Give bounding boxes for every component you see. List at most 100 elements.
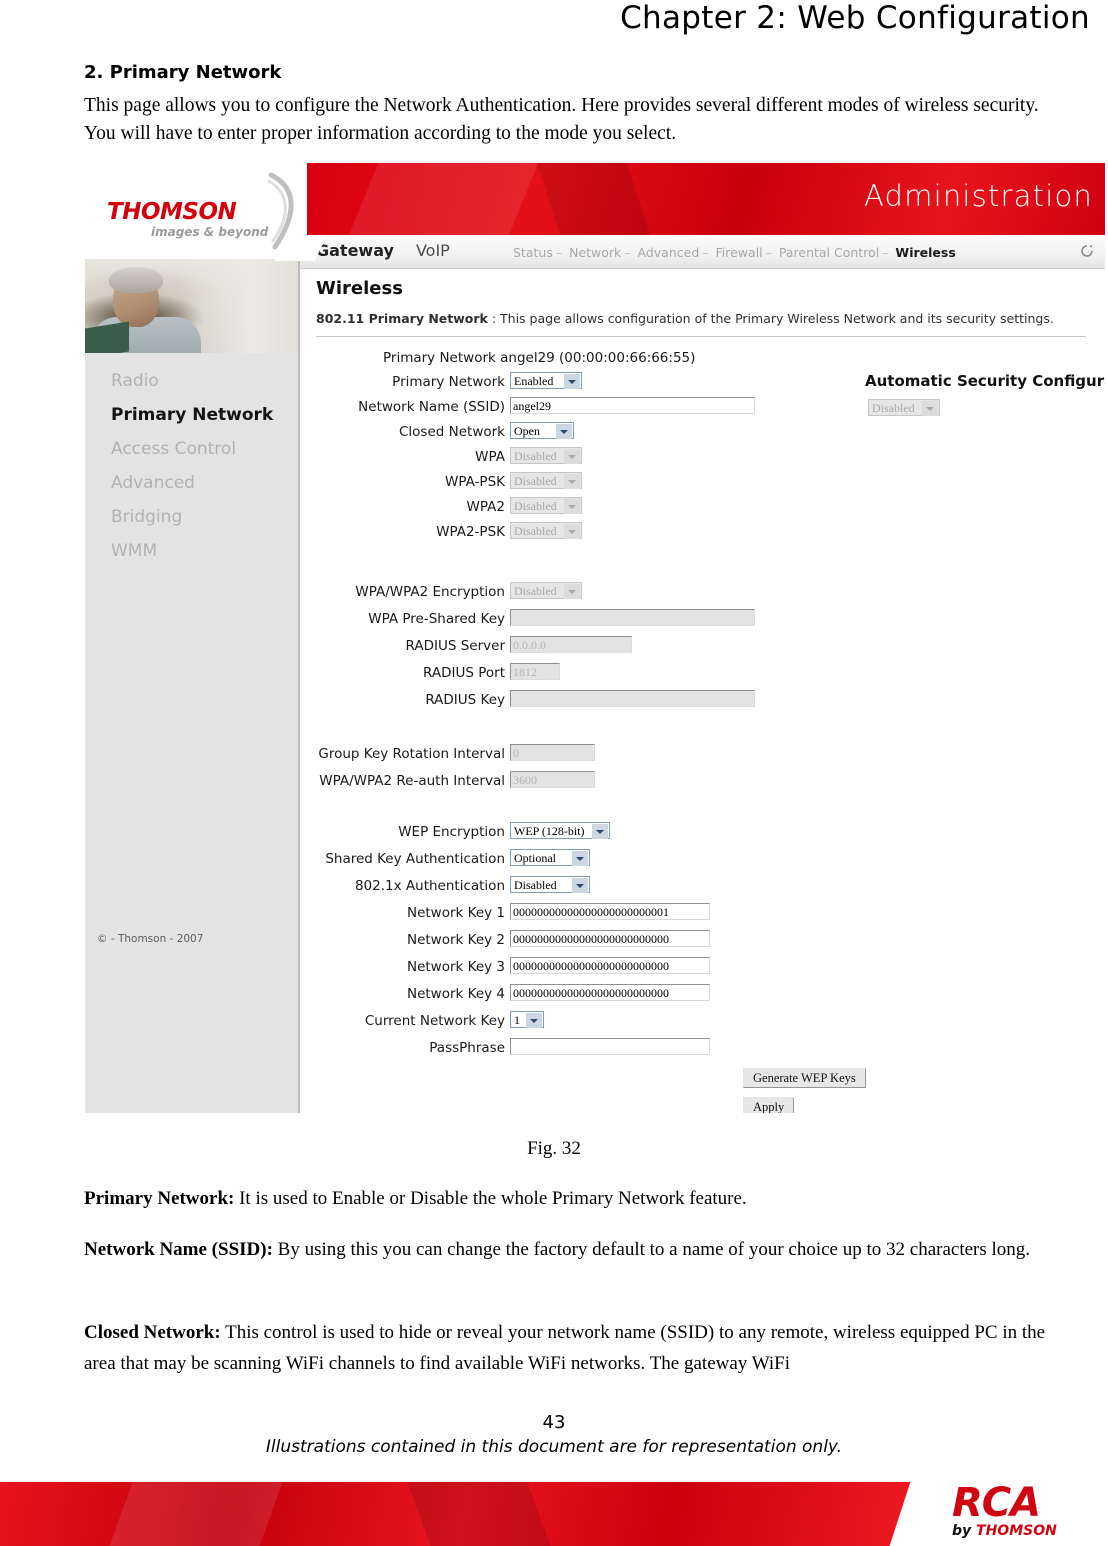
form-row-wpa-wpa2-encryption: WPA/WPA2 Encryption Disabled	[300, 582, 1105, 605]
control-wrap: 00000000000000000000000000	[510, 984, 710, 1002]
label-wpa-wpa2-re-auth-interval: WPA/WPA2 Re-auth Interval	[319, 773, 505, 789]
input-network-key-1[interactable]: 00000000000000000000000001	[510, 903, 710, 920]
generate-wep-keys-button[interactable]: Generate WEP Keys	[743, 1068, 866, 1088]
footer-note: Illustrations contained in this document…	[265, 1437, 843, 1457]
select-wep-encryption[interactable]: WEP (128-bit)	[510, 822, 610, 839]
form-row-802-1x-authentication: 802.1x Authentication Disabled	[300, 876, 1105, 899]
description-term: Closed Network:	[84, 1322, 221, 1343]
nav-item-wireless[interactable]: Wireless	[895, 245, 955, 260]
form-row-radius-key: RADIUS Key	[300, 690, 1105, 713]
select-802-1x-authentication[interactable]: Disabled	[510, 876, 590, 893]
nav-item-network[interactable]: Network	[569, 245, 621, 260]
network-header: Primary Network angel29 (00:00:00:66:66:…	[383, 350, 696, 366]
chevron-down-icon	[564, 449, 580, 464]
input-network-key-3[interactable]: 00000000000000000000000000	[510, 957, 710, 974]
select-shared-key-authentication[interactable]: Optional	[510, 849, 590, 866]
control-wrap: WEP (128-bit)	[510, 822, 610, 840]
input-passphrase[interactable]	[510, 1038, 710, 1055]
form-row-radius-port: RADIUS Port 1812	[300, 663, 1105, 686]
photo-person-hair	[109, 267, 163, 293]
nav-item-gateway[interactable]: Gateway	[316, 241, 394, 260]
description-text: It is used to Enable or Disable the whol…	[234, 1188, 747, 1209]
nav-item-advanced[interactable]: Advanced	[638, 245, 700, 260]
select-current-network-key[interactable]: 1	[510, 1011, 544, 1028]
select-closed-network[interactable]: Open	[510, 422, 574, 439]
input-radius-server: 0.0.0.0	[510, 636, 632, 653]
sidebar-item-wmm[interactable]: WMM	[111, 541, 291, 561]
input-network-name-ssid[interactable]: angel29	[510, 397, 755, 414]
input-radius-port: 1812	[510, 663, 560, 680]
chevron-down-icon	[592, 824, 608, 839]
control-wrap: Disabled	[510, 497, 582, 515]
thomson-wordmark: THOMSON	[107, 199, 237, 225]
select-value: Optional	[514, 851, 556, 865]
control-wrap	[510, 690, 755, 708]
select-value: Enabled	[514, 374, 554, 388]
label-radius-port: RADIUS Port	[423, 665, 505, 681]
label-radius-server: RADIUS Server	[405, 638, 505, 654]
refresh-icon[interactable]	[1079, 243, 1095, 259]
page-title: Chapter 2: Web Configuration	[620, 0, 1090, 36]
form-row-radius-server: RADIUS Server 0.0.0.0	[300, 636, 1105, 659]
thomson-tagline: images & beyond	[151, 225, 269, 239]
nav-item-parental-control[interactable]: Parental Control	[779, 245, 879, 260]
form-row-group-key-rotation-interval: Group Key Rotation Interval 0	[300, 744, 1105, 767]
content-subtitle-rest: : This page allows configuration of the …	[487, 311, 1054, 326]
input-network-key-2[interactable]: 00000000000000000000000000	[510, 930, 710, 947]
input-network-key-4[interactable]: 00000000000000000000000000	[510, 984, 710, 1001]
label-wpa-wpa2-encryption: WPA/WPA2 Encryption	[355, 584, 505, 600]
sidebar-divider	[298, 259, 300, 1113]
nav-separator: –	[702, 245, 709, 260]
nav-item-status[interactable]: Status	[513, 245, 553, 260]
control-wrap	[510, 609, 755, 627]
control-wrap: Disabled	[510, 522, 582, 540]
select-wpa: Disabled	[510, 447, 582, 464]
chevron-down-icon	[564, 584, 580, 599]
nav-primary: Gateway VoIP	[316, 241, 450, 260]
description-closed-network: Closed Network: This control is used to …	[84, 1317, 1069, 1379]
rca-by-text: by	[952, 1523, 977, 1539]
chevron-down-icon	[564, 474, 580, 489]
chevron-down-icon	[572, 878, 588, 893]
form-row-shared-key-authentication: Shared Key Authentication Optional	[300, 849, 1105, 872]
sidebar-item-bridging[interactable]: Bridging	[111, 507, 291, 527]
sidebar-item-access-control[interactable]: Access Control	[111, 439, 291, 459]
control-wrap: 1	[510, 1011, 544, 1029]
sidebar-item-primary-network[interactable]: Primary Network	[111, 405, 291, 425]
chevron-down-icon	[564, 499, 580, 514]
intro-paragraph: This page allows you to configure the Ne…	[84, 95, 1039, 144]
label-group-key-rotation-interval: Group Key Rotation Interval	[318, 746, 505, 762]
sidebar: Radio Primary Network Access Control Adv…	[85, 259, 300, 1113]
navbar: Gateway VoIP Status – Network – Advanced – F…	[300, 235, 1105, 269]
rca-thomson-text: THOMSON	[976, 1523, 1057, 1539]
control-wrap: Optional	[510, 849, 590, 867]
form-row-wpa-wpa2-re-auth-interval: WPA/WPA2 Re-auth Interval 3600	[300, 771, 1105, 794]
control-wrap: Open	[510, 422, 574, 440]
select-wpa2-psk: Disabled	[510, 522, 582, 539]
label-closed-network: Closed Network	[398, 424, 505, 440]
nav-item-voip[interactable]: VoIP	[416, 241, 450, 260]
label-shared-key-authentication: Shared Key Authentication	[325, 851, 505, 867]
form-row-primary-network: Primary Network Enabled	[300, 372, 1105, 395]
sidebar-item-radio[interactable]: Radio	[111, 371, 291, 391]
control-wrap: 00000000000000000000000000	[510, 957, 710, 975]
label-network-key-3: Network Key 3	[406, 959, 505, 975]
nav-item-firewall[interactable]: Firewall	[716, 245, 763, 260]
apply-button[interactable]: Apply	[743, 1097, 795, 1113]
select-value: Disabled	[514, 499, 557, 513]
router-screenshot-figure: Administration THOMSON images & beyond G…	[85, 163, 1105, 1113]
select-value: Disabled	[514, 474, 557, 488]
label-passphrase: PassPhrase	[429, 1040, 505, 1056]
rca-logo: RCA by THOMSON	[952, 1483, 1102, 1539]
label-wpa-psk: WPA-PSK	[445, 474, 505, 490]
select-primary-network[interactable]: Enabled	[510, 372, 582, 389]
form-row-network-key-4: Network Key 4 00000000000000000000000000	[300, 984, 1105, 1007]
copyright-text: © - Thomson - 2007	[97, 933, 204, 945]
sidebar-item-advanced[interactable]: Advanced	[111, 473, 291, 493]
control-wrap: Disabled	[510, 447, 582, 465]
photo-laptop	[85, 321, 129, 353]
chevron-down-icon	[556, 424, 572, 439]
section-heading: 2. Primary Network	[84, 62, 282, 83]
control-wrap: Disabled	[510, 472, 582, 490]
control-wrap: angel29	[510, 397, 755, 415]
